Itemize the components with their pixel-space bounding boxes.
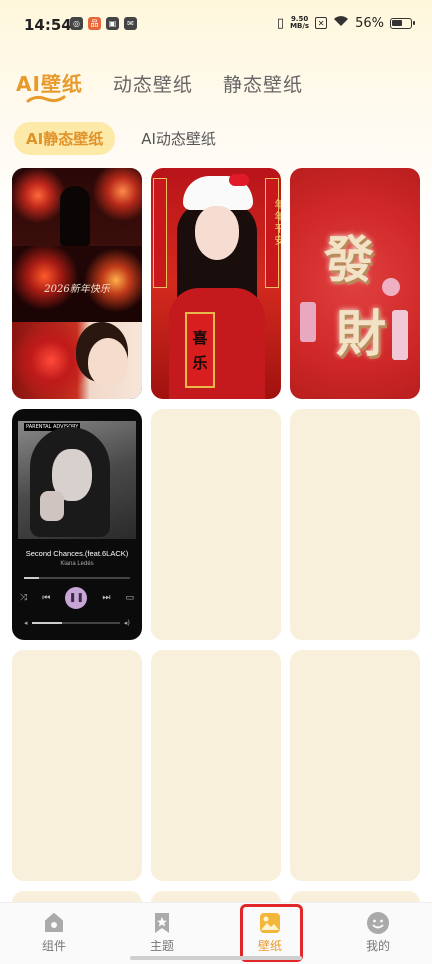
status-time: 14:54 [24, 16, 72, 34]
tab-ai-wallpaper[interactable]: AI壁纸 [16, 68, 83, 103]
wifi-icon [333, 15, 349, 31]
network-speed-unit: MB/s [290, 22, 310, 30]
silhouette-image [60, 186, 90, 246]
wallpaper-card-placeholder[interactable] [151, 409, 281, 640]
couplet-right: 年年平安 [265, 178, 281, 288]
cover-hand [40, 491, 64, 521]
portrait-face [88, 338, 128, 386]
nav-widgets[interactable]: 组件 [0, 903, 108, 964]
status-bar: 14:54 ◎ 品 ▣ ✉ ▯ 9.50 MB/s ✕ 56% [0, 0, 432, 52]
pause-icon: ❚❚ [65, 587, 88, 609]
home-icon [42, 911, 66, 935]
tab-static-wallpaper-label: 静态壁纸 [222, 74, 303, 96]
nav-themes-label: 主题 [149, 939, 174, 953]
message-app-icon: ✉ [124, 17, 137, 30]
wallpaper-card-placeholder[interactable] [151, 650, 281, 881]
system-status: ▯ 9.50 MB/s ✕ 56% [276, 15, 415, 31]
wallpaper-card-placeholder[interactable] [12, 650, 142, 881]
battery-icon [390, 17, 415, 29]
tab-dynamic-wallpaper-label: 动态壁纸 [112, 74, 193, 96]
wallpaper-card-music-player[interactable]: PARENTAL ADVISORY Second Chances.(feat.6… [12, 409, 142, 640]
wallpaper-card-fireworks[interactable]: 2026新年快乐 [12, 168, 142, 399]
wallpaper-image-icon [258, 911, 282, 935]
song-artist: Kiana Ledés [60, 561, 94, 567]
subtab-ai-static[interactable]: AI静态壁纸 [14, 122, 116, 155]
hat-bow [229, 174, 249, 186]
nav-widgets-label: 组件 [41, 939, 66, 953]
girl-face [195, 206, 239, 260]
red-sweater [169, 288, 265, 399]
bottom-nav: 组件 主题 壁纸 我的 [0, 902, 432, 964]
wallpaper-card-new-year-girl[interactable]: 年年平安 喜 乐 [151, 168, 281, 399]
app-notification-icon: ◎ [70, 17, 83, 30]
smiley-face-icon [366, 911, 390, 935]
couplet-left [153, 178, 167, 288]
notification-icons: ◎ 品 ▣ ✉ [70, 17, 137, 30]
home-indicator[interactable] [130, 956, 302, 960]
scroll-char-2: 乐 [192, 354, 208, 372]
volume-track [31, 622, 120, 624]
song-progress-bar [24, 577, 130, 579]
sim-off-icon: ✕ [315, 17, 328, 29]
bookmark-star-icon [150, 911, 174, 935]
wallpaper-card-placeholder[interactable] [290, 650, 420, 881]
top-tabs: AI壁纸 动态壁纸 静态壁纸 [16, 68, 303, 103]
tab-dynamic-wallpaper[interactable]: 动态壁纸 [113, 70, 193, 97]
tab-ai-wallpaper-label: AI壁纸 [16, 72, 83, 96]
cai-character: 財 [336, 304, 386, 363]
subtab-ai-dynamic[interactable]: AI动态壁纸 [129, 122, 228, 155]
volume-low-icon: ◂ [24, 619, 28, 627]
nav-me[interactable]: 我的 [324, 903, 432, 964]
nav-wallpaper[interactable]: 壁纸 [216, 903, 324, 964]
player-controls: ⤨ ⏮ ❚❚ ⏭ ▭ [20, 587, 134, 609]
new-year-text: 2026新年快乐 [44, 284, 110, 295]
scroll-char-1: 喜 [192, 329, 208, 347]
nav-themes[interactable]: 主题 [108, 903, 216, 964]
volume-high-icon: ◂) [123, 619, 130, 627]
wallpaper-grid: 2026新年快乐 年年平安 喜 乐 發 財 PARENTAL ADVISORY [12, 168, 420, 913]
song-progress-fill [24, 577, 39, 579]
battery-percent: 56% [355, 15, 384, 31]
sub-tabs: AI静态壁纸 AI动态壁纸 [14, 122, 228, 155]
previous-icon: ⏮ [42, 593, 51, 603]
album-cover: PARENTAL ADVISORY [18, 421, 136, 539]
volume-fill [31, 622, 63, 624]
wallpaper-card-facai[interactable]: 發 財 [290, 168, 420, 399]
next-icon: ⏭ [102, 593, 111, 603]
tab-static-wallpaper[interactable]: 静态壁纸 [223, 70, 303, 97]
song-title: Second Chances.(feat.6LACK) [25, 549, 129, 558]
network-speed: 9.50 MB/s [290, 16, 309, 30]
volume-bar: ◂ ◂) [24, 619, 130, 627]
shuffle-icon: ⤨ [20, 593, 28, 603]
nav-me-label: 我的 [365, 939, 390, 953]
lyrics-icon: ▭ [125, 593, 134, 603]
vibrate-icon: ▯ [276, 15, 285, 31]
shopping-app-icon: 品 [88, 17, 101, 30]
tab-underline-icon [26, 95, 66, 103]
fa-character: 發 [324, 230, 374, 289]
xile-scroll: 喜 乐 [185, 312, 215, 388]
wallpaper-card-placeholder[interactable] [290, 409, 420, 640]
nav-wallpaper-label: 壁纸 [257, 939, 282, 953]
video-app-icon: ▣ [106, 17, 119, 30]
couplet-text: 年年平安 [272, 199, 281, 247]
